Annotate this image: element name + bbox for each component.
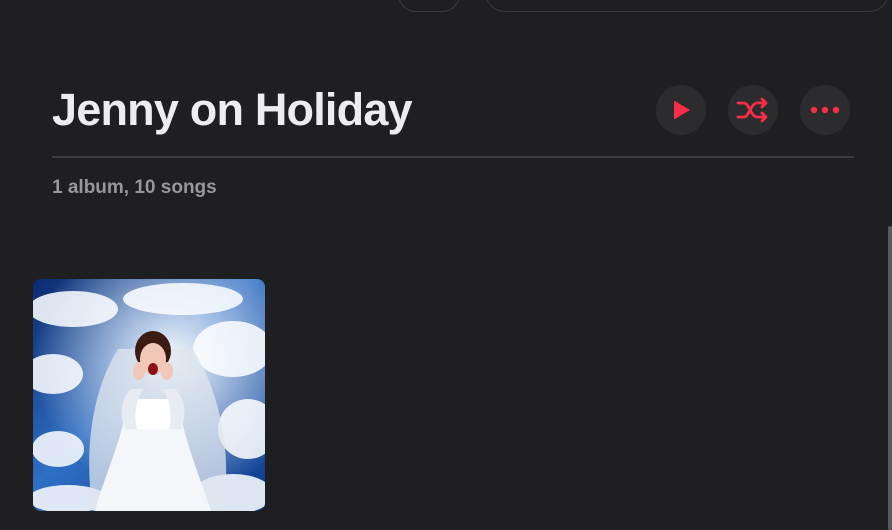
play-icon — [674, 100, 690, 120]
ellipsis-icon — [810, 106, 840, 114]
artist-title: Jenny on Holiday — [52, 84, 413, 135]
shuffle-button[interactable] — [728, 85, 778, 135]
artist-page: Jenny on Holiday 1 album, 10 songs — [0, 0, 892, 530]
play-button[interactable] — [656, 85, 706, 135]
more-options-button[interactable] — [800, 85, 850, 135]
album-artwork — [33, 279, 265, 511]
album-card[interactable] — [33, 279, 265, 511]
header-divider — [52, 156, 854, 158]
scrollbar[interactable] — [888, 226, 892, 530]
toolbar-round-button[interactable] — [398, 0, 460, 12]
search-field[interactable] — [485, 0, 889, 12]
artist-summary: 1 album, 10 songs — [52, 177, 217, 198]
shuffle-icon — [736, 97, 768, 123]
